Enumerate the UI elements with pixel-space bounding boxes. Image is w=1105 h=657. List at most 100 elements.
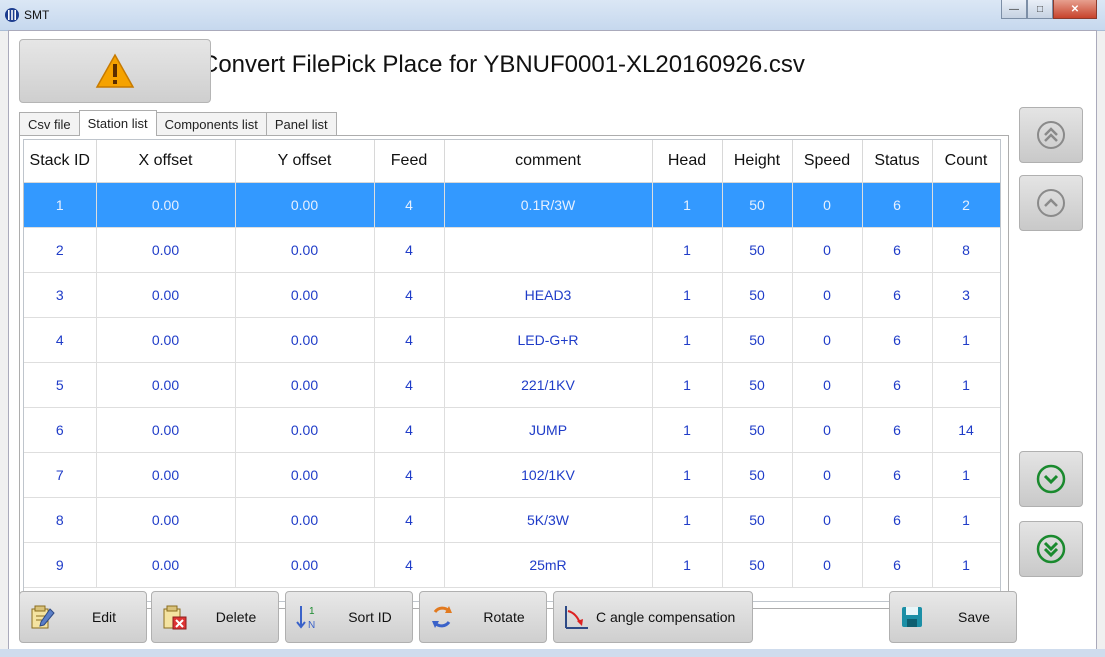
cell-count[interactable]: 1	[932, 317, 1000, 363]
cell-y-offset[interactable]: 0.00	[235, 497, 375, 543]
edit-button[interactable]: Edit	[19, 591, 147, 643]
tab-csv-file[interactable]: Csv file	[19, 112, 80, 136]
cell-speed[interactable]: 0	[792, 227, 863, 273]
column-header-height[interactable]: Height	[722, 140, 793, 183]
cell-comment[interactable]: 0.1R/3W	[444, 182, 653, 228]
cell-x-offset[interactable]: 0.00	[96, 452, 236, 498]
cell-status[interactable]: 6	[862, 452, 933, 498]
cell-y-offset[interactable]: 0.00	[235, 407, 375, 453]
table-row[interactable]: 5 0.00 0.00 4 221/1KV 1 50 0 6 1	[24, 362, 1000, 408]
cell-height[interactable]: 50	[722, 317, 793, 363]
table-row[interactable]: 9 0.00 0.00 4 25mR 1 50 0 6 1	[24, 542, 1000, 588]
cell-height[interactable]: 50	[722, 182, 793, 228]
cell-height[interactable]: 50	[722, 452, 793, 498]
warning-button[interactable]	[19, 39, 211, 103]
cell-height[interactable]: 50	[722, 497, 793, 543]
cell-head[interactable]: 1	[652, 227, 723, 273]
minimize-icon[interactable]: —	[1001, 0, 1027, 19]
cell-comment[interactable]: JUMP	[444, 407, 653, 453]
tab-panel-list[interactable]: Panel list	[265, 112, 337, 136]
cell-comment[interactable]: 221/1KV	[444, 362, 653, 408]
cell-height[interactable]: 50	[722, 542, 793, 588]
cell-count[interactable]: 2	[932, 182, 1000, 228]
cell-speed[interactable]: 0	[792, 362, 863, 408]
cell-stack-id[interactable]: 2	[24, 227, 97, 273]
cell-x-offset[interactable]: 0.00	[96, 227, 236, 273]
cell-feed[interactable]: 4	[374, 407, 445, 453]
column-header-speed[interactable]: Speed	[792, 140, 863, 183]
cell-stack-id[interactable]: 5	[24, 362, 97, 408]
cell-x-offset[interactable]: 0.00	[96, 542, 236, 588]
cell-x-offset[interactable]: 0.00	[96, 317, 236, 363]
rotate-button[interactable]: Rotate	[419, 591, 547, 643]
cell-stack-id[interactable]: 9	[24, 542, 97, 588]
cell-feed[interactable]: 4	[374, 542, 445, 588]
cell-feed[interactable]: 4	[374, 317, 445, 363]
cell-count[interactable]: 14	[932, 407, 1000, 453]
cell-status[interactable]: 6	[862, 272, 933, 318]
cell-count[interactable]: 8	[932, 227, 1000, 273]
column-header-x-offset[interactable]: X offset	[96, 140, 236, 183]
cell-x-offset[interactable]: 0.00	[96, 272, 236, 318]
save-button[interactable]: Save	[889, 591, 1017, 643]
cell-stack-id[interactable]: 8	[24, 497, 97, 543]
angle-compensation-button[interactable]: C angle compensation	[553, 591, 753, 643]
cell-stack-id[interactable]: 4	[24, 317, 97, 363]
cell-stack-id[interactable]: 1	[24, 182, 97, 228]
cell-comment[interactable]: HEAD3	[444, 272, 653, 318]
cell-head[interactable]: 1	[652, 497, 723, 543]
cell-y-offset[interactable]: 0.00	[235, 542, 375, 588]
column-header-feed[interactable]: Feed	[374, 140, 445, 183]
next-row-button[interactable]	[1019, 451, 1083, 507]
cell-stack-id[interactable]: 6	[24, 407, 97, 453]
cell-status[interactable]: 6	[862, 182, 933, 228]
column-header-status[interactable]: Status	[862, 140, 933, 183]
cell-stack-id[interactable]: 7	[24, 452, 97, 498]
cell-head[interactable]: 1	[652, 452, 723, 498]
table-row[interactable]: 1 0.00 0.00 4 0.1R/3W 1 50 0 6 2	[24, 182, 1000, 228]
table-row[interactable]: 2 0.00 0.00 4 1 50 0 6 8	[24, 227, 1000, 273]
cell-feed[interactable]: 4	[374, 497, 445, 543]
cell-count[interactable]: 1	[932, 452, 1000, 498]
cell-x-offset[interactable]: 0.00	[96, 182, 236, 228]
cell-x-offset[interactable]: 0.00	[96, 362, 236, 408]
cell-head[interactable]: 1	[652, 182, 723, 228]
cell-feed[interactable]: 4	[374, 182, 445, 228]
cell-head[interactable]: 1	[652, 362, 723, 408]
cell-y-offset[interactable]: 0.00	[235, 182, 375, 228]
cell-head[interactable]: 1	[652, 272, 723, 318]
cell-count[interactable]: 1	[932, 542, 1000, 588]
cell-feed[interactable]: 4	[374, 452, 445, 498]
cell-speed[interactable]: 0	[792, 542, 863, 588]
close-icon[interactable]: ✕	[1053, 0, 1097, 19]
cell-y-offset[interactable]: 0.00	[235, 227, 375, 273]
column-header-count[interactable]: Count	[932, 140, 1000, 183]
cell-y-offset[interactable]: 0.00	[235, 272, 375, 318]
table-row[interactable]: 4 0.00 0.00 4 LED-G+R 1 50 0 6 1	[24, 317, 1000, 363]
column-header-stack-id[interactable]: Stack ID	[24, 140, 97, 183]
cell-status[interactable]: 6	[862, 542, 933, 588]
tab-components-list[interactable]: Components list	[155, 112, 267, 136]
cell-status[interactable]: 6	[862, 407, 933, 453]
sort-id-button[interactable]: 1 N Sort ID	[285, 591, 413, 643]
cell-height[interactable]: 50	[722, 272, 793, 318]
table-row[interactable]: 3 0.00 0.00 4 HEAD3 1 50 0 6 3	[24, 272, 1000, 318]
cell-speed[interactable]: 0	[792, 272, 863, 318]
first-row-button[interactable]	[1019, 107, 1083, 163]
cell-height[interactable]: 50	[722, 362, 793, 408]
cell-count[interactable]: 1	[932, 497, 1000, 543]
cell-comment[interactable]	[444, 227, 653, 273]
table-row[interactable]: 6 0.00 0.00 4 JUMP 1 50 0 6 14	[24, 407, 1000, 453]
cell-x-offset[interactable]: 0.00	[96, 407, 236, 453]
table-row[interactable]: 8 0.00 0.00 4 5K/3W 1 50 0 6 1	[24, 497, 1000, 543]
cell-comment[interactable]: LED-G+R	[444, 317, 653, 363]
previous-row-button[interactable]	[1019, 175, 1083, 231]
station-grid[interactable]: Stack ID X offset Y offset Feed comment …	[23, 139, 1001, 602]
cell-feed[interactable]: 4	[374, 227, 445, 273]
cell-head[interactable]: 1	[652, 317, 723, 363]
cell-y-offset[interactable]: 0.00	[235, 452, 375, 498]
cell-comment[interactable]: 5K/3W	[444, 497, 653, 543]
column-header-comment[interactable]: comment	[444, 140, 653, 183]
cell-count[interactable]: 1	[932, 362, 1000, 408]
column-header-y-offset[interactable]: Y offset	[235, 140, 375, 183]
